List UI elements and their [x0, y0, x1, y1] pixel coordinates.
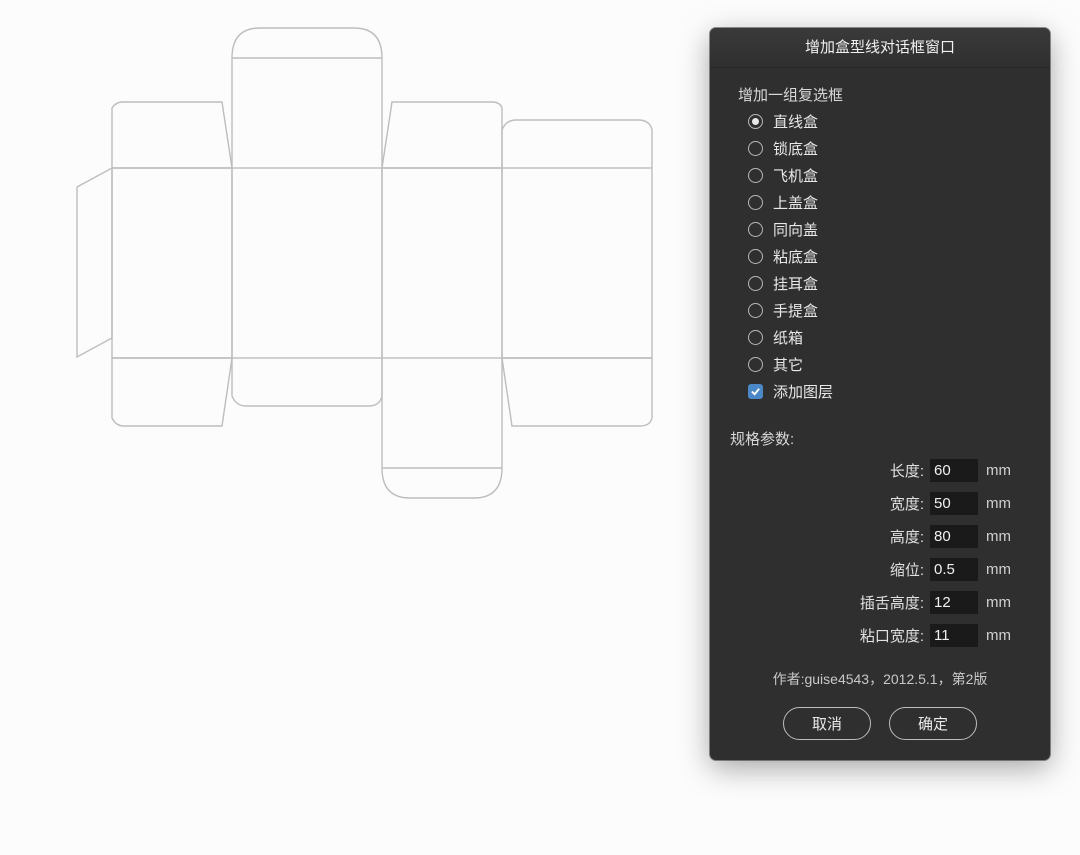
box-type-option[interactable]: 同向盖: [748, 219, 1030, 240]
param-input[interactable]: [930, 525, 978, 548]
ok-button[interactable]: 确定: [889, 707, 977, 740]
radio-icon: [748, 330, 763, 345]
param-input[interactable]: [930, 492, 978, 515]
add-box-dialog: 增加盒型线对话框窗口 增加一组复选框 直线盒锁底盒飞机盒上盖盒同向盖粘底盒挂耳盒…: [710, 28, 1050, 760]
box-type-option[interactable]: 粘底盒: [748, 246, 1030, 267]
checkmark-icon: [748, 384, 763, 399]
box-type-option[interactable]: 挂耳盒: [748, 273, 1030, 294]
param-row: 缩位: mm: [738, 558, 1020, 581]
option-label: 手提盒: [773, 300, 818, 321]
radio-icon: [748, 114, 763, 129]
box-type-option[interactable]: 上盖盒: [748, 192, 1030, 213]
box-type-option[interactable]: 锁底盒: [748, 138, 1030, 159]
option-label: 锁底盒: [773, 138, 818, 159]
canvas-area: [0, 0, 700, 850]
option-label: 上盖盒: [773, 192, 818, 213]
param-label: 插舌高度:: [860, 592, 924, 613]
option-label: 直线盒: [773, 111, 818, 132]
option-label: 同向盖: [773, 219, 818, 240]
radio-icon: [748, 222, 763, 237]
param-row: 粘口宽度: mm: [738, 624, 1020, 647]
box-dieline-svg: [0, 0, 700, 850]
param-unit: mm: [986, 495, 1020, 512]
param-row: 长度: mm: [738, 459, 1020, 482]
group-label: 增加一组复选框: [738, 84, 1030, 105]
param-unit: mm: [986, 561, 1020, 578]
option-label: 挂耳盒: [773, 273, 818, 294]
option-label: 飞机盒: [773, 165, 818, 186]
param-row: 高度: mm: [738, 525, 1020, 548]
param-label: 宽度:: [890, 493, 924, 514]
param-unit: mm: [986, 627, 1020, 644]
param-input[interactable]: [930, 591, 978, 614]
radio-icon: [748, 168, 763, 183]
option-label: 粘底盒: [773, 246, 818, 267]
param-input[interactable]: [930, 558, 978, 581]
radio-icon: [748, 276, 763, 291]
box-type-option[interactable]: 纸箱: [748, 327, 1030, 348]
params-section: 规格参数: 长度: mm 宽度: mm 高度: mm 缩位: mm 插舌高度: mm 粘口宽度: mm: [710, 408, 1050, 647]
param-input[interactable]: [930, 459, 978, 482]
author-footer: 作者:guise4543，2012.5.1，第2版: [710, 669, 1050, 689]
option-label: 其它: [773, 354, 803, 375]
radio-icon: [748, 195, 763, 210]
param-label: 长度:: [890, 460, 924, 481]
radio-icon: [748, 141, 763, 156]
param-input[interactable]: [930, 624, 978, 647]
dialog-title: 增加盒型线对话框窗口: [710, 28, 1050, 68]
box-type-option[interactable]: 其它: [748, 354, 1030, 375]
dialog-buttons: 取消 确定: [710, 707, 1050, 740]
cancel-button[interactable]: 取消: [783, 707, 871, 740]
param-label: 粘口宽度:: [860, 625, 924, 646]
add-layer-checkbox[interactable]: 添加图层: [748, 381, 1030, 402]
box-type-option[interactable]: 直线盒: [748, 111, 1030, 132]
radio-icon: [748, 357, 763, 372]
radio-icon: [748, 303, 763, 318]
param-unit: mm: [986, 528, 1020, 545]
param-row: 插舌高度: mm: [738, 591, 1020, 614]
params-label: 规格参数:: [730, 428, 1020, 449]
option-label: 纸箱: [773, 327, 803, 348]
box-type-option[interactable]: 飞机盒: [748, 165, 1030, 186]
radio-icon: [748, 249, 763, 264]
box-type-group: 增加一组复选框 直线盒锁底盒飞机盒上盖盒同向盖粘底盒挂耳盒手提盒纸箱其它 添加图…: [710, 68, 1050, 402]
add-layer-label: 添加图层: [773, 381, 833, 402]
param-unit: mm: [986, 462, 1020, 479]
param-unit: mm: [986, 594, 1020, 611]
box-type-option[interactable]: 手提盒: [748, 300, 1030, 321]
param-label: 高度:: [890, 526, 924, 547]
param-row: 宽度: mm: [738, 492, 1020, 515]
param-label: 缩位:: [890, 559, 924, 580]
